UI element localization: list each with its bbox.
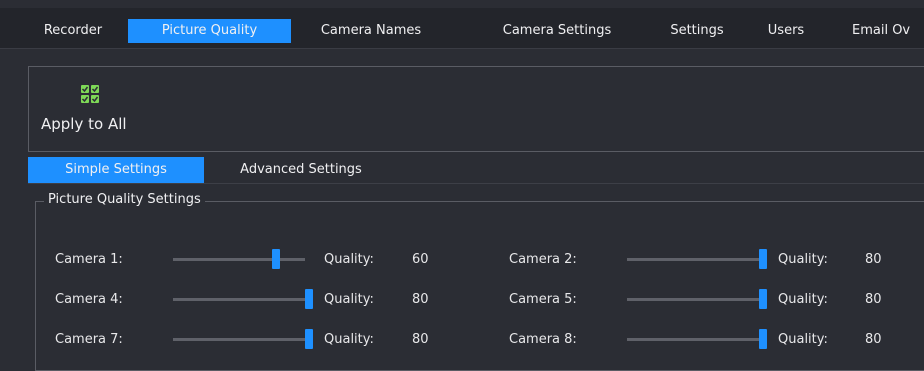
slider-thumb[interactable] — [305, 329, 313, 349]
camera-4-quality-value: 80 — [412, 292, 429, 307]
window-top-strip — [0, 0, 924, 8]
camera-5-quality-slider[interactable] — [627, 289, 767, 309]
tab-camera-settings[interactable]: Camera Settings — [481, 19, 633, 43]
check-grid-icon — [81, 85, 99, 103]
camera-1-quality-value: 60 — [412, 252, 429, 267]
camera-4-label: Camera 4: — [55, 292, 123, 307]
tab-recorder[interactable]: Recorder — [30, 19, 116, 43]
camera-4-quality-label: Quality: — [324, 292, 374, 307]
slider-track — [173, 298, 305, 301]
camera-4-quality-slider[interactable] — [173, 289, 313, 309]
camera-7-quality-label: Quality: — [324, 332, 374, 347]
camera-2-quality-value: 80 — [865, 252, 882, 267]
tab-settings[interactable]: Settings — [658, 19, 736, 43]
slider-thumb[interactable] — [305, 289, 313, 309]
tab-email-overflow[interactable]: Email Ov — [852, 19, 924, 43]
tab-picture-quality[interactable]: Picture Quality — [128, 19, 291, 43]
slider-track — [173, 338, 305, 341]
camera-7-label: Camera 7: — [55, 332, 123, 347]
tab-users[interactable]: Users — [757, 19, 815, 43]
tab-camera-names[interactable]: Camera Names — [303, 19, 439, 43]
groupbox-title: Picture Quality Settings — [44, 192, 205, 207]
camera-5-quality-value: 80 — [865, 292, 882, 307]
apply-to-all-label: Apply to All — [41, 115, 127, 133]
camera-2-quality-label: Quality: — [778, 252, 828, 267]
camera-8-label: Camera 8: — [509, 332, 577, 347]
apply-to-all-button[interactable]: Apply to All — [41, 81, 141, 141]
sub-tab-divider — [28, 183, 924, 184]
slider-track — [627, 298, 759, 301]
tab-simple-settings[interactable]: Simple Settings — [28, 157, 204, 183]
camera-1-quality-slider[interactable] — [173, 249, 313, 269]
camera-1-label: Camera 1: — [55, 252, 123, 267]
camera-8-quality-label: Quality: — [778, 332, 828, 347]
slider-track — [173, 258, 305, 261]
camera-1-quality-label: Quality: — [324, 252, 374, 267]
camera-5-quality-label: Quality: — [778, 292, 828, 307]
camera-8-quality-value: 80 — [865, 332, 882, 347]
slider-track — [627, 258, 759, 261]
tab-advanced-settings[interactable]: Advanced Settings — [218, 157, 384, 183]
main-tab-bar: Recorder Picture Quality Camera Names Ca… — [0, 8, 924, 49]
toolbar-panel: Apply to All — [28, 66, 924, 152]
slider-thumb[interactable] — [759, 249, 767, 269]
slider-thumb[interactable] — [759, 289, 767, 309]
camera-8-quality-slider[interactable] — [627, 329, 767, 349]
camera-5-label: Camera 5: — [509, 292, 577, 307]
slider-thumb[interactable] — [759, 329, 767, 349]
slider-track — [627, 338, 759, 341]
slider-thumb[interactable] — [272, 249, 280, 269]
camera-7-quality-slider[interactable] — [173, 329, 313, 349]
camera-2-quality-slider[interactable] — [627, 249, 767, 269]
camera-7-quality-value: 80 — [412, 332, 429, 347]
camera-2-label: Camera 2: — [509, 252, 577, 267]
